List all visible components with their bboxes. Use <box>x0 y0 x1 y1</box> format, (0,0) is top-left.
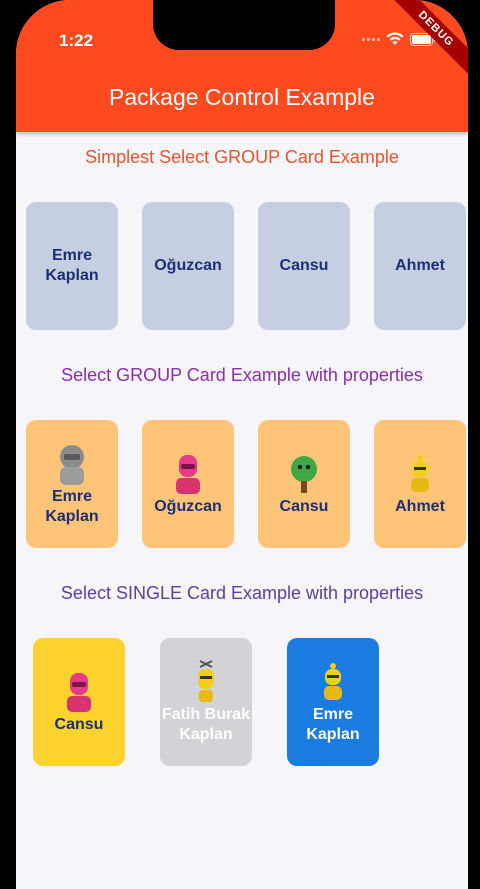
card-label: Oğuzcan <box>154 498 222 515</box>
card-label: Ahmet <box>395 498 445 515</box>
card-label: Ahmet <box>395 257 445 274</box>
yellow-robot-icon <box>324 663 342 700</box>
card-oguzcan[interactable]: Oğuzcan <box>142 202 234 330</box>
grey-robot-icon <box>60 445 84 485</box>
single-card-emre-kaplan[interactable]: Emre Kaplan <box>287 638 379 766</box>
app-title: Package Control Example <box>109 84 375 110</box>
antenna-robot-icon <box>198 660 214 702</box>
card-ahmet[interactable]: Ahmet <box>374 202 466 330</box>
yellow-robot-icon <box>411 455 429 492</box>
pink-robot-icon <box>176 455 200 494</box>
card-emre-kaplan-props[interactable]: Emre Kaplan <box>26 420 118 548</box>
phone-frame: 1:22 DEBUG Package Control Example Simpl… <box>0 0 480 889</box>
status-time: 1:22 <box>59 31 94 50</box>
device-notch <box>153 0 335 50</box>
section-title-simple: Simplest Select GROUP Card Example <box>85 147 399 167</box>
card-label: Oğuzcan <box>154 257 222 274</box>
card-label: Emre Kaplan <box>45 247 99 284</box>
pink-robot-icon <box>67 673 91 712</box>
app-screen: 1:22 DEBUG Package Control Example Simpl… <box>16 0 468 889</box>
card-label: Cansu <box>279 257 329 274</box>
app-bar: 1:22 DEBUG Package Control Example <box>16 0 468 132</box>
card-label: Fatih Burak Kaplan <box>161 706 250 743</box>
card-label: Cansu <box>279 498 329 515</box>
card-oguzcan-props[interactable]: Oğuzcan <box>142 420 234 548</box>
card-label: Emre Kaplan <box>306 706 360 743</box>
status-icons <box>362 32 436 46</box>
card-cansu[interactable]: Cansu <box>258 202 350 330</box>
card-ahmet-props[interactable]: Ahmet <box>374 420 466 548</box>
wifi-icon <box>386 32 404 46</box>
card-emre-kaplan[interactable]: Emre Kaplan <box>26 202 118 330</box>
section-title-single: Select SINGLE Card Example with properti… <box>60 583 424 603</box>
signal-icon <box>362 37 380 41</box>
single-card-fatih-burak-kaplan[interactable]: Fatih Burak Kaplan <box>160 638 252 766</box>
section-title-group-props: Select GROUP Card Example with propertie… <box>61 365 423 385</box>
green-tree-robot-icon <box>291 456 317 493</box>
card-label: Cansu <box>54 716 104 733</box>
single-card-cansu[interactable]: Cansu <box>33 638 125 766</box>
card-cansu-props[interactable]: Cansu <box>258 420 350 548</box>
card-label: Emre Kaplan <box>45 488 99 525</box>
